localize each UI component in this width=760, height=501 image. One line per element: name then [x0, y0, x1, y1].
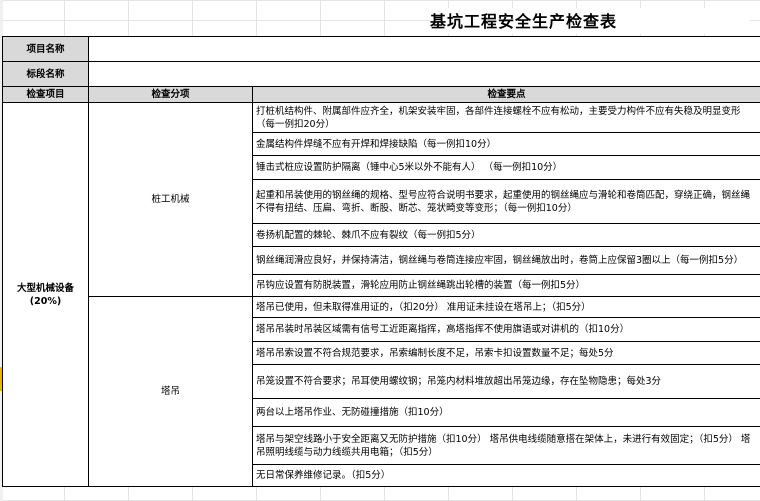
section-name-label: 标段名称	[2, 61, 89, 87]
subitem-pile-machinery: 桩工机械	[88, 102, 253, 297]
section-row: 标段名称	[2, 61, 760, 87]
check-point[interactable]: 打桩机结构件、附属部件应齐全，机架安装牢固，各部件连接螺栓不应有松动，主要受力构…	[252, 102, 760, 133]
project-name-label: 项目名称	[2, 36, 89, 62]
subitem-tower-crane: 塔吊	[88, 296, 253, 487]
check-point[interactable]: 吊笼设置不符合要求；吊耳使用螺纹钢；吊笼内材料堆放超出吊笼边缘，存在坠物隐患；每…	[252, 364, 760, 399]
check-point[interactable]: 塔吊吊装时吊装区域需有信号工近距离指挥，高塔指挥不使用旗语或对讲机的（扣10分）	[252, 317, 760, 342]
check-point[interactable]: 钢丝绳润滑应良好，并保持清洁，钢丝绳与卷筒连接应牢固，钢丝绳放出时，卷筒上应保留…	[252, 246, 760, 275]
header-check-points: 检查要点	[252, 86, 760, 103]
section-name-cell[interactable]	[88, 61, 760, 87]
project-row: 项目名称	[2, 36, 760, 62]
check-point[interactable]: 吊钩应设置有防脱装置，滑轮应用防止钢丝绳跳出轮槽的装置（每一例扣5分）	[252, 274, 760, 297]
check-point[interactable]: 无日常保养维修记录。（扣5分）	[252, 464, 760, 487]
check-point[interactable]: 塔吊与架空线路小于安全距离又无防护措施（扣10分） 塔吊供电线缆随意搭在架体上，…	[252, 426, 760, 465]
table-row: 大型机械设备 (20%) 桩工机械 打桩机结构件、附属部件应齐全，机架安装牢固，…	[2, 102, 760, 487]
category-cell: 大型机械设备 (20%)	[2, 102, 89, 487]
category-name: 大型机械设备	[16, 282, 74, 294]
check-point[interactable]: 金属结构件焊缝不应有开焊和焊接缺陷（每一例扣10分）	[252, 132, 760, 156]
check-point[interactable]: 两台以上塔吊作业、无防碰撞措施（扣10分）	[252, 398, 760, 427]
header-row: 检查项目 检查分项 检查要点	[2, 86, 760, 103]
project-name-cell[interactable]	[88, 36, 760, 62]
check-point[interactable]: 塔吊已使用，但未取得准用证的，（扣20分） 准用证未挂设在塔吊上；（扣5分）	[252, 296, 760, 318]
category-weight: (20%)	[29, 295, 62, 307]
header-check-item: 检查项目	[2, 86, 89, 103]
header-check-subitem: 检查分项	[88, 86, 253, 103]
check-point[interactable]: 起重和吊装使用的钢丝绳的规格、型号应符合说明书要求，起重使用的钢丝绳应与滑轮和卷…	[252, 179, 760, 224]
inspection-table: 项目名称 标段名称 检查项目 检查分项 检查要点 大型机械设备 (20%) 桩工…	[2, 36, 760, 487]
sheet-title: 基坑工程安全生产检查表	[430, 8, 750, 34]
check-point[interactable]: 塔吊吊索设置不符合规范要求，吊索编制长度不足，吊索卡扣设置数量不足；每处5分	[252, 341, 760, 365]
check-point[interactable]: 卷扬机配置的棘轮、棘爪不应有裂纹（每一例扣5分）	[252, 223, 760, 247]
check-point[interactable]: 锤击式桩应设置防护隔离（锤中心5米以外不能有人） （每一例扣10分）	[252, 155, 760, 180]
table-row: 塔吊 塔吊已使用，但未取得准用证的，（扣20分） 准用证未挂设在塔吊上；（扣5分…	[3, 296, 760, 487]
